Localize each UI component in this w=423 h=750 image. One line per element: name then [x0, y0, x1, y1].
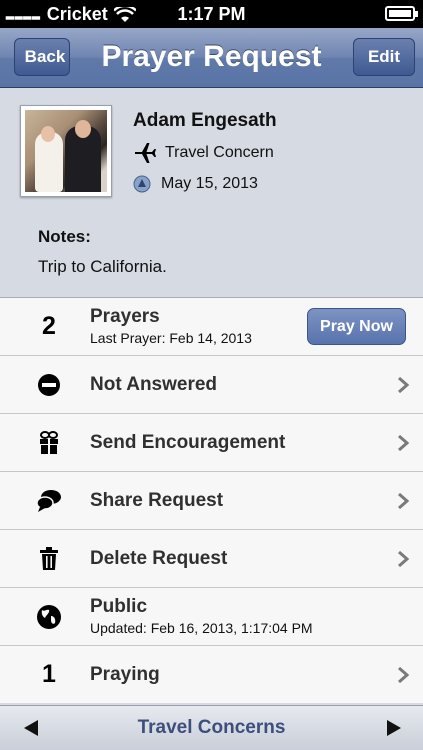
request-date: May 15, 2013	[161, 175, 258, 192]
notes-label: Notes:	[38, 227, 91, 246]
public-label: Public	[90, 596, 148, 617]
next-arrow-icon[interactable]	[387, 720, 401, 736]
status-time: 1:17 PM	[177, 4, 246, 24]
chevron-right-icon	[398, 667, 409, 683]
trash-icon	[36, 547, 62, 571]
status-globe-icon	[133, 175, 151, 193]
delete-row[interactable]: Delete Request	[0, 529, 423, 587]
request-header: Adam Engesath Travel Concern May 15, 201…	[0, 89, 423, 296]
edit-button[interactable]: Edit	[353, 38, 415, 76]
date-row: May 15, 2013	[133, 175, 258, 193]
concern-label: Travel Concern	[165, 144, 274, 161]
prayers-count: 2	[42, 312, 56, 340]
airplane-icon	[135, 143, 156, 163]
pray-now-button[interactable]: Pray Now	[307, 308, 406, 345]
praying-count: 1	[42, 660, 56, 688]
encouragement-label: Send Encouragement	[90, 432, 286, 453]
answered-row[interactable]: Not Answered	[0, 355, 423, 413]
gift-icon	[36, 431, 62, 455]
prayers-label: Prayers	[90, 306, 160, 327]
person-name: Adam Engesath	[133, 110, 277, 131]
toolbar-title: Travel Concerns	[137, 717, 286, 738]
encouragement-row[interactable]: Send Encouragement	[0, 413, 423, 471]
chevron-right-icon	[398, 435, 409, 451]
chevron-right-icon	[398, 551, 409, 567]
action-list: 2 Prayers Last Prayer: Feb 14, 2013 Pray…	[0, 297, 423, 703]
concern-row: Travel Concern	[133, 141, 274, 165]
chevron-right-icon	[398, 377, 409, 393]
answered-label: Not Answered	[90, 374, 218, 395]
bottom-toolbar: Travel Concerns	[0, 705, 423, 750]
praying-label: Praying	[90, 664, 160, 685]
updated-text: Updated: Feb 16, 2013, 1:17:04 PM	[90, 620, 313, 636]
status-bar: ▂▂▂▂ Cricket 1:17 PM	[0, 0, 423, 28]
navigation-bar: Back Prayer Request Edit	[0, 28, 423, 88]
battery-charging-icon	[385, 6, 418, 21]
globe-icon	[36, 605, 62, 629]
share-label: Share Request	[90, 490, 224, 511]
person-photo[interactable]	[20, 105, 112, 197]
minus-circle-icon	[36, 373, 62, 397]
public-row: Public Updated: Feb 16, 2013, 1:17:04 PM	[0, 587, 423, 645]
notes-text: Trip to California.	[38, 257, 167, 276]
photo-image	[25, 110, 107, 192]
speech-bubbles-icon	[36, 489, 62, 513]
last-prayer-text: Last Prayer: Feb 14, 2013	[90, 330, 252, 346]
prayers-row: 2 Prayers Last Prayer: Feb 14, 2013 Pray…	[0, 297, 423, 355]
delete-label: Delete Request	[90, 548, 228, 569]
chevron-right-icon	[398, 493, 409, 509]
share-row[interactable]: Share Request	[0, 471, 423, 529]
praying-row[interactable]: 1 Praying	[0, 645, 423, 703]
